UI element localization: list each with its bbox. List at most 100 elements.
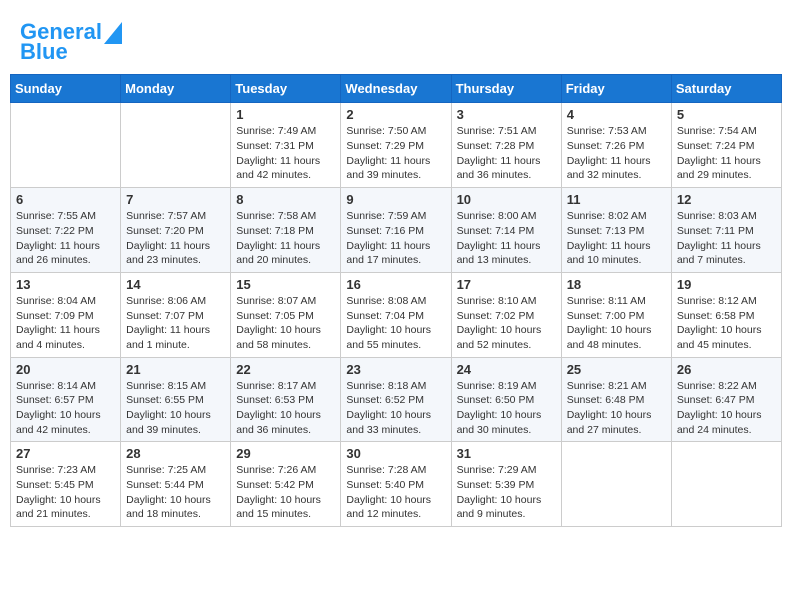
day-number: 7 (126, 192, 225, 207)
calendar-cell: 2Sunrise: 7:50 AM Sunset: 7:29 PM Daylig… (341, 103, 451, 188)
calendar-cell: 18 Sunrise: 8:11 AM Sunset: 7:00 PM Dayli… (561, 272, 671, 357)
calendar-cell: 1 Sunrise: 7:49 AM Sunset: 7:31 PM Daylig… (231, 103, 341, 188)
cell-sun-info: Sunrise: 8:15 AM Sunset: 6:55 PM Dayligh… (126, 379, 225, 438)
calendar-cell: 25 Sunrise: 8:21 AM Sunset: 6:48 PM Dayli… (561, 357, 671, 442)
day-number: 14 (126, 277, 225, 292)
day-number: 30 (346, 446, 445, 461)
calendar-week-row: 20Sunrise: 8:14 AM Sunset: 6:57 PM Dayli… (11, 357, 782, 442)
cell-sun-info: Sunrise: 7:28 AM Sunset: 5:40 PM Dayligh… (346, 463, 445, 522)
day-of-week-header: Monday (121, 75, 231, 103)
calendar-cell: 7 Sunrise: 7:57 AM Sunset: 7:20 PM Daylig… (121, 188, 231, 273)
cell-sun-info: Sunrise: 8:11 AM Sunset: 7:00 PM Dayligh… (567, 294, 666, 353)
calendar-cell: 19 Sunrise: 8:12 AM Sunset: 6:58 PM Dayli… (671, 272, 781, 357)
cell-sun-info: Sunrise: 7:53 AM Sunset: 7:26 PM Dayligh… (567, 124, 666, 183)
day-number: 23 (346, 362, 445, 377)
day-number: 9 (346, 192, 445, 207)
calendar-cell: 31 Sunrise: 7:29 AM Sunset: 5:39 PM Dayli… (451, 442, 561, 527)
cell-sun-info: Sunrise: 8:07 AM Sunset: 7:05 PM Dayligh… (236, 294, 335, 353)
day-number: 29 (236, 446, 335, 461)
day-number: 18 (567, 277, 666, 292)
cell-sun-info: Sunrise: 8:06 AM Sunset: 7:07 PM Dayligh… (126, 294, 225, 353)
cell-sun-info: Sunrise: 8:19 AM Sunset: 6:50 PM Dayligh… (457, 379, 556, 438)
cell-sun-info: Sunrise: 7:23 AM Sunset: 5:45 PM Dayligh… (16, 463, 115, 522)
cell-sun-info: Sunrise: 7:59 AM Sunset: 7:16 PM Dayligh… (346, 209, 445, 268)
day-of-week-header: Sunday (11, 75, 121, 103)
cell-sun-info: Sunrise: 7:49 AM Sunset: 7:31 PM Dayligh… (236, 124, 335, 183)
calendar-table: SundayMondayTuesdayWednesdayThursdayFrid… (10, 74, 782, 527)
cell-sun-info: Sunrise: 8:10 AM Sunset: 7:02 PM Dayligh… (457, 294, 556, 353)
day-number: 22 (236, 362, 335, 377)
day-number: 25 (567, 362, 666, 377)
calendar-cell: 24 Sunrise: 8:19 AM Sunset: 6:50 PM Dayli… (451, 357, 561, 442)
day-number: 12 (677, 192, 776, 207)
calendar-cell: 26Sunrise: 8:22 AM Sunset: 6:47 PM Dayli… (671, 357, 781, 442)
calendar-cell: 17Sunrise: 8:10 AM Sunset: 7:02 PM Dayli… (451, 272, 561, 357)
calendar-cell: 4 Sunrise: 7:53 AM Sunset: 7:26 PM Daylig… (561, 103, 671, 188)
day-number: 19 (677, 277, 776, 292)
day-of-week-header: Friday (561, 75, 671, 103)
day-number: 5 (677, 107, 776, 122)
calendar-cell: 27 Sunrise: 7:23 AM Sunset: 5:45 PM Dayli… (11, 442, 121, 527)
day-number: 4 (567, 107, 666, 122)
day-number: 20 (16, 362, 115, 377)
cell-sun-info: Sunrise: 7:29 AM Sunset: 5:39 PM Dayligh… (457, 463, 556, 522)
calendar-cell: 13Sunrise: 8:04 AM Sunset: 7:09 PM Dayli… (11, 272, 121, 357)
logo: General Blue (20, 20, 122, 64)
cell-sun-info: Sunrise: 8:02 AM Sunset: 7:13 PM Dayligh… (567, 209, 666, 268)
cell-sun-info: Sunrise: 7:57 AM Sunset: 7:20 PM Dayligh… (126, 209, 225, 268)
calendar-cell: 10 Sunrise: 8:00 AM Sunset: 7:14 PM Dayli… (451, 188, 561, 273)
day-of-week-header: Saturday (671, 75, 781, 103)
day-number: 1 (236, 107, 335, 122)
calendar-cell: 6Sunrise: 7:55 AM Sunset: 7:22 PM Daylig… (11, 188, 121, 273)
calendar-cell: 11 Sunrise: 8:02 AM Sunset: 7:13 PM Dayli… (561, 188, 671, 273)
calendar-cell (11, 103, 121, 188)
calendar-cell (561, 442, 671, 527)
cell-sun-info: Sunrise: 8:21 AM Sunset: 6:48 PM Dayligh… (567, 379, 666, 438)
day-number: 2 (346, 107, 445, 122)
day-number: 3 (457, 107, 556, 122)
cell-sun-info: Sunrise: 8:04 AM Sunset: 7:09 PM Dayligh… (16, 294, 115, 353)
day-number: 11 (567, 192, 666, 207)
calendar-cell: 12Sunrise: 8:03 AM Sunset: 7:11 PM Dayli… (671, 188, 781, 273)
calendar-cell: 15Sunrise: 8:07 AM Sunset: 7:05 PM Dayli… (231, 272, 341, 357)
day-of-week-header: Wednesday (341, 75, 451, 103)
day-number: 31 (457, 446, 556, 461)
calendar-cell: 3 Sunrise: 7:51 AM Sunset: 7:28 PM Daylig… (451, 103, 561, 188)
cell-sun-info: Sunrise: 8:00 AM Sunset: 7:14 PM Dayligh… (457, 209, 556, 268)
calendar-cell: 16 Sunrise: 8:08 AM Sunset: 7:04 PM Dayli… (341, 272, 451, 357)
day-of-week-header: Thursday (451, 75, 561, 103)
cell-sun-info: Sunrise: 7:54 AM Sunset: 7:24 PM Dayligh… (677, 124, 776, 183)
day-number: 6 (16, 192, 115, 207)
cell-sun-info: Sunrise: 8:12 AM Sunset: 6:58 PM Dayligh… (677, 294, 776, 353)
cell-sun-info: Sunrise: 7:26 AM Sunset: 5:42 PM Dayligh… (236, 463, 335, 522)
calendar-cell: 14 Sunrise: 8:06 AM Sunset: 7:07 PM Dayli… (121, 272, 231, 357)
calendar-cell: 22 Sunrise: 8:17 AM Sunset: 6:53 PM Dayli… (231, 357, 341, 442)
calendar-week-row: 1 Sunrise: 7:49 AM Sunset: 7:31 PM Daylig… (11, 103, 782, 188)
cell-sun-info: Sunrise: 8:08 AM Sunset: 7:04 PM Dayligh… (346, 294, 445, 353)
cell-sun-info: Sunrise: 7:51 AM Sunset: 7:28 PM Dayligh… (457, 124, 556, 183)
day-number: 24 (457, 362, 556, 377)
calendar-cell (671, 442, 781, 527)
calendar-header-row: SundayMondayTuesdayWednesdayThursdayFrid… (11, 75, 782, 103)
cell-sun-info: Sunrise: 7:58 AM Sunset: 7:18 PM Dayligh… (236, 209, 335, 268)
day-number: 16 (346, 277, 445, 292)
day-number: 21 (126, 362, 225, 377)
day-number: 27 (16, 446, 115, 461)
calendar-cell: 28 Sunrise: 7:25 AM Sunset: 5:44 PM Dayli… (121, 442, 231, 527)
calendar-cell: 29 Sunrise: 7:26 AM Sunset: 5:42 PM Dayli… (231, 442, 341, 527)
day-number: 28 (126, 446, 225, 461)
cell-sun-info: Sunrise: 8:22 AM Sunset: 6:47 PM Dayligh… (677, 379, 776, 438)
calendar-cell: 9 Sunrise: 7:59 AM Sunset: 7:16 PM Daylig… (341, 188, 451, 273)
calendar-week-row: 6Sunrise: 7:55 AM Sunset: 7:22 PM Daylig… (11, 188, 782, 273)
calendar-cell (121, 103, 231, 188)
logo-triangle-icon (104, 22, 122, 44)
calendar-cell: 23Sunrise: 8:18 AM Sunset: 6:52 PM Dayli… (341, 357, 451, 442)
cell-sun-info: Sunrise: 8:17 AM Sunset: 6:53 PM Dayligh… (236, 379, 335, 438)
day-number: 8 (236, 192, 335, 207)
calendar-cell: 5 Sunrise: 7:54 AM Sunset: 7:24 PM Daylig… (671, 103, 781, 188)
cell-sun-info: Sunrise: 7:25 AM Sunset: 5:44 PM Dayligh… (126, 463, 225, 522)
calendar-cell: 20Sunrise: 8:14 AM Sunset: 6:57 PM Dayli… (11, 357, 121, 442)
calendar-week-row: 13Sunrise: 8:04 AM Sunset: 7:09 PM Dayli… (11, 272, 782, 357)
day-number: 10 (457, 192, 556, 207)
calendar-cell: 8 Sunrise: 7:58 AM Sunset: 7:18 PM Daylig… (231, 188, 341, 273)
